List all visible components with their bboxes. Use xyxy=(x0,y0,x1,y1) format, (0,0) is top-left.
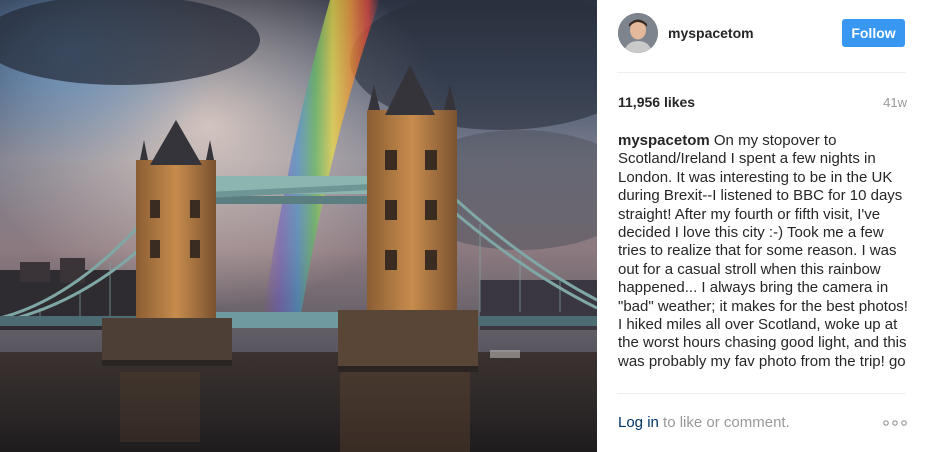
tower-bridge-rainbow-photo xyxy=(0,0,597,452)
footer-divider xyxy=(617,393,906,394)
post-header: myspacetom Follow xyxy=(618,12,905,54)
avatar-image xyxy=(618,13,658,53)
caption-text: On my stopover to Scotland/Ireland I spe… xyxy=(618,132,908,370)
instagram-post: myspacetom Follow 11,956 likes 41w myspa… xyxy=(0,0,927,452)
likes-count[interactable]: 11,956 likes xyxy=(618,94,695,110)
caption-username[interactable]: myspacetom xyxy=(618,132,710,149)
header-divider xyxy=(617,72,906,73)
follow-button[interactable]: Follow xyxy=(842,19,905,47)
post-caption: myspacetom On my stopover to Scotland/Ir… xyxy=(618,132,908,384)
post-sidebar: myspacetom Follow 11,956 likes 41w myspa… xyxy=(597,0,927,452)
login-link[interactable]: Log in xyxy=(618,414,659,431)
more-options-icon[interactable] xyxy=(883,419,907,427)
avatar[interactable] xyxy=(618,13,658,53)
username[interactable]: myspacetom xyxy=(668,25,754,41)
comment-prompt-text: to like or comment. xyxy=(658,414,790,431)
login-prompt: Log in to like or comment. xyxy=(618,414,906,431)
post-age[interactable]: 41w xyxy=(883,95,907,110)
post-photo[interactable] xyxy=(0,0,597,452)
